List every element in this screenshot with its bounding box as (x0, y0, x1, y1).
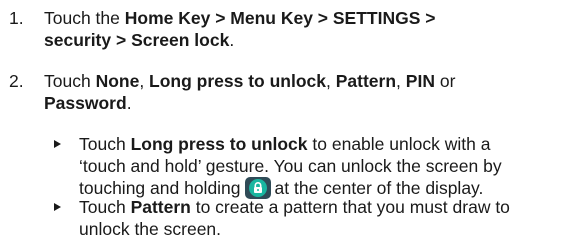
step-text: Touch the Home Key > Menu Key > SETTINGS… (44, 8, 436, 50)
bullet-text: Touch Long press to unlock to enable unl… (79, 134, 502, 199)
option-pin: PIN (405, 71, 435, 91)
option-none: None (95, 71, 140, 91)
step-number: 1. (9, 8, 24, 28)
option-pattern: Pattern (335, 71, 397, 91)
bullet-triangle-icon (54, 203, 61, 211)
option-long-press: Long press to unlock (149, 71, 327, 91)
menu-path: Home Key > Menu Key > SETTINGS > (124, 8, 436, 28)
menu-path-cont: security > Screen lock (44, 30, 230, 50)
option-password: Password (44, 93, 127, 113)
step-number: 2. (9, 71, 24, 91)
bullet-triangle-icon (54, 140, 61, 148)
bullet-text: Touch Pattern to create a pattern that y… (79, 197, 510, 239)
step-text: Touch None, Long press to unlock, Patter… (44, 71, 456, 113)
